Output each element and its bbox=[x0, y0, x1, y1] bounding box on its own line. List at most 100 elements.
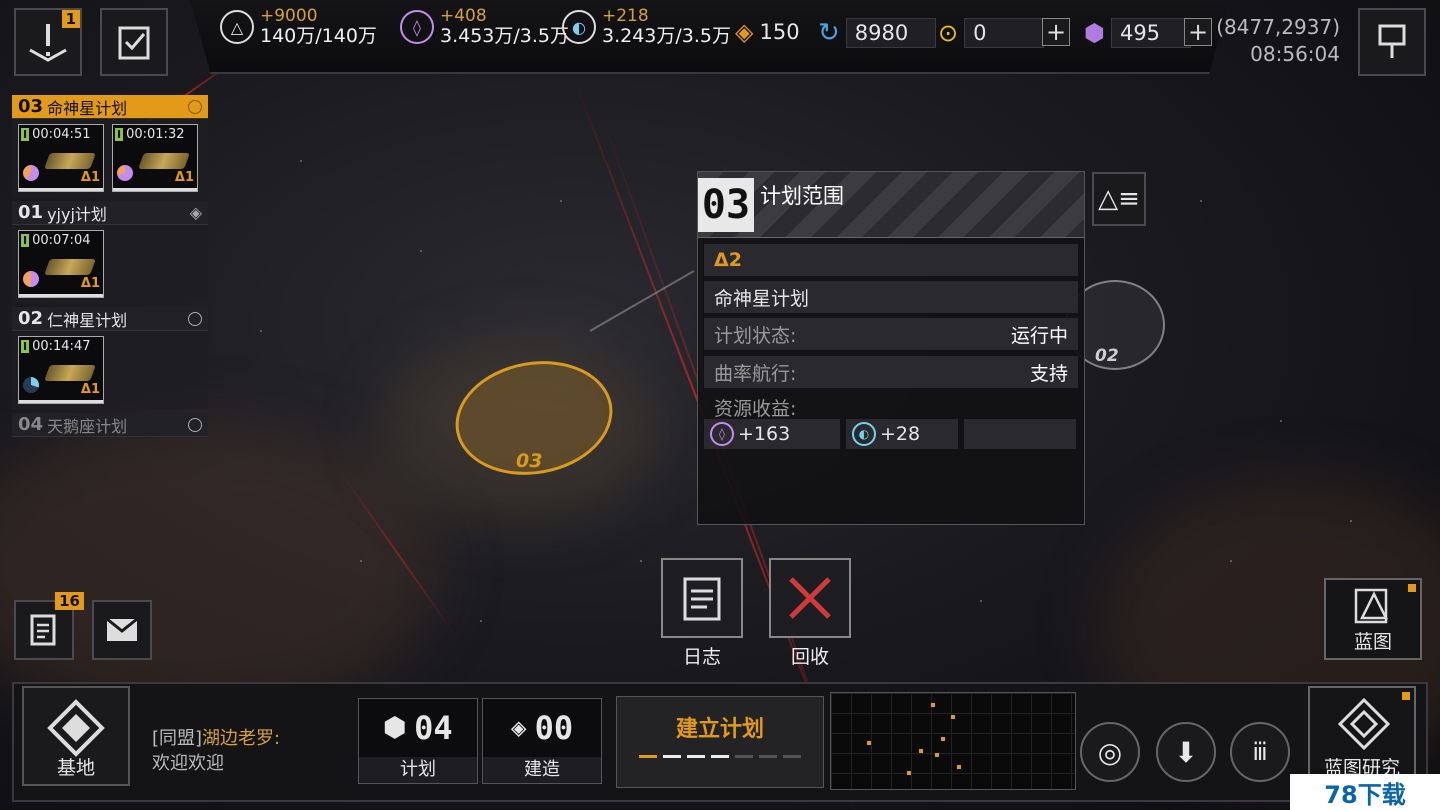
zone-02-label: 02 bbox=[1095, 346, 1119, 366]
plan-range-panel: 03 计划范围 Δ2 命神星计划 计划状态: 运行中 曲率航行: 支持 资源收益: … bbox=[697, 171, 1085, 525]
coords-clock: (8477,2937) 08:56:04 bbox=[1216, 14, 1340, 68]
filter-icon: △≡ bbox=[1098, 184, 1140, 214]
log-label: 日志 bbox=[682, 646, 721, 668]
radio-icon bbox=[188, 417, 202, 432]
plan-count: 04 bbox=[414, 709, 453, 747]
alert-button[interactable]: 1 bbox=[14, 8, 82, 76]
crystal-amount: 3.453万/3.5万 bbox=[440, 25, 570, 47]
plan-item-02[interactable]: 02 仁神星计划 bbox=[12, 307, 208, 331]
blueprint-button[interactable]: 蓝图 bbox=[1324, 578, 1422, 660]
ship-timer: I 00:07:04 bbox=[21, 233, 90, 248]
blueprint-icon bbox=[1354, 588, 1389, 624]
build-count-button[interactable]: ◈ 00 建造 bbox=[482, 698, 602, 784]
premium-icon: ⬢ bbox=[1084, 19, 1105, 47]
ship-delta: Δ1 bbox=[80, 170, 100, 185]
plan-item-04[interactable]: 04 天鹅座计划 bbox=[12, 413, 208, 437]
minimap-marker bbox=[957, 765, 961, 769]
crystal-icon: ◊ bbox=[400, 10, 434, 44]
plan-count-button[interactable]: ⬢ 04 计划 bbox=[358, 698, 478, 784]
minimap-marker bbox=[931, 703, 935, 707]
log-button[interactable] bbox=[661, 558, 743, 638]
status-row: 计划状态: 运行中 bbox=[704, 318, 1078, 350]
resource-pie-icon bbox=[23, 377, 39, 393]
chat-message: 欢迎欢迎 bbox=[152, 753, 224, 775]
star bbox=[420, 250, 422, 252]
add-premium-button[interactable]: + bbox=[1184, 18, 1212, 46]
alliance-button[interactable]: ⅲ bbox=[1230, 722, 1290, 782]
coordinates: (8477,2937) bbox=[1216, 15, 1340, 39]
build-icon: ◈ bbox=[510, 713, 527, 743]
ship-timer: I 00:01:32 bbox=[115, 127, 184, 142]
map-pin-button[interactable] bbox=[1358, 8, 1426, 76]
plan-name: yjyj计划 bbox=[47, 204, 107, 224]
yield-label: 资源收益: bbox=[714, 398, 797, 420]
plan-num: 03 bbox=[18, 96, 44, 117]
ship-delta: Δ1 bbox=[80, 276, 100, 291]
minimap-marker bbox=[951, 715, 955, 719]
panel-number: 03 bbox=[698, 178, 754, 232]
download-button[interactable]: ⬇ bbox=[1156, 722, 1216, 782]
ship-card[interactable]: I 00:04:51 Δ1 bbox=[18, 124, 104, 192]
close-x-icon bbox=[789, 577, 831, 619]
galaxy-icon: ◎ bbox=[1097, 735, 1123, 769]
plan-ships: I 00:14:47 Δ1 bbox=[12, 331, 208, 409]
tasks-badge: 16 bbox=[55, 592, 84, 610]
panel-header: 03 计划范围 bbox=[698, 172, 1084, 238]
gas-icon: ◐ bbox=[852, 422, 876, 446]
ship-card[interactable]: I 00:14:47 Δ1 bbox=[18, 336, 104, 404]
blueprint-label: 蓝图 bbox=[1353, 631, 1392, 653]
crystal-delta: +408 bbox=[440, 6, 487, 26]
credits-value: 8980 bbox=[845, 18, 936, 48]
base-button[interactable]: 基地 bbox=[22, 686, 130, 786]
premium-counter: ⬢ 495 bbox=[1084, 18, 1191, 48]
resource-bar: △ +9000 140万/140万 ◊ +408 3.453万/3.5万 ◐ +21… bbox=[190, 0, 1230, 74]
mail-button[interactable] bbox=[92, 600, 152, 660]
plan-ships: I 00:04:51 Δ1 I 00:01:32 Δ1 bbox=[12, 119, 208, 197]
base-label: 基地 bbox=[56, 757, 95, 779]
minimap[interactable] bbox=[830, 692, 1076, 790]
tasks-check-button[interactable] bbox=[100, 8, 168, 76]
ship-card[interactable]: I 00:07:04 Δ1 bbox=[18, 230, 104, 298]
yield-crystal: ◊ +163 bbox=[704, 419, 840, 449]
plan-name-value: 命神星计划 bbox=[714, 287, 810, 310]
down-arrow-icon: ⬇ bbox=[1174, 735, 1198, 769]
plan-item-03[interactable]: 03 命神星计划 bbox=[12, 95, 208, 119]
recycle-button[interactable] bbox=[769, 558, 851, 638]
warp-value: 支持 bbox=[1029, 362, 1068, 385]
blueprint-research-button[interactable]: 蓝图研究 bbox=[1308, 686, 1416, 786]
tier-icon: I bbox=[21, 128, 30, 141]
ship-card[interactable]: I 00:01:32 Δ1 bbox=[112, 124, 198, 192]
resource-ore: △ +9000 140万/140万 bbox=[220, 8, 377, 46]
gas-delta: +218 bbox=[602, 6, 649, 26]
yield-crystal-value: +163 bbox=[738, 423, 791, 445]
resource-pie-icon bbox=[23, 165, 39, 181]
filter-button[interactable]: △≡ bbox=[1092, 172, 1146, 226]
chat-preview[interactable]: [同盟]湖边老罗: 欢迎欢迎 bbox=[152, 726, 280, 776]
timer-text: 00:01:32 bbox=[126, 127, 185, 142]
plan-item-01[interactable]: 01 yjyj计划 ◈ bbox=[12, 201, 208, 225]
plan-name: 命神星计划 bbox=[47, 98, 128, 118]
add-vcoin-button[interactable]: + bbox=[1042, 18, 1070, 46]
plan-icon: ⬢ bbox=[383, 713, 407, 743]
yield-row: ◊ +163 ◐ +28 bbox=[704, 419, 1076, 449]
star bbox=[560, 200, 562, 202]
nebula bbox=[0, 420, 440, 720]
tier-icon: I bbox=[21, 340, 30, 353]
plan-count-label: 计划 bbox=[359, 757, 477, 783]
build-count: 00 bbox=[534, 709, 574, 747]
star bbox=[260, 330, 262, 332]
create-plan-button[interactable]: 建立计划 bbox=[616, 696, 824, 788]
refresh-credit-icon: ↻ bbox=[818, 18, 840, 48]
clipboard-icon bbox=[683, 577, 721, 621]
minimap-marker bbox=[935, 753, 939, 757]
bottom-bar: 基地 [同盟]湖边老罗: 欢迎欢迎 ⬢ 04 计划 ◈ 00 建造 建立计划 ◎ ⬇… bbox=[12, 682, 1428, 802]
warp-label: 曲率航行: bbox=[714, 362, 797, 385]
progress-bar bbox=[113, 188, 197, 191]
progress-bar bbox=[19, 294, 103, 297]
panel-title: 计划范围 bbox=[760, 184, 844, 208]
galaxy-button[interactable]: ◎ bbox=[1080, 722, 1140, 782]
ship-timer: I 00:04:51 bbox=[21, 127, 90, 142]
plan-name: 仁神星计划 bbox=[47, 310, 128, 330]
task-list-button[interactable]: 16 bbox=[14, 592, 84, 660]
notification-dot bbox=[1402, 692, 1410, 700]
